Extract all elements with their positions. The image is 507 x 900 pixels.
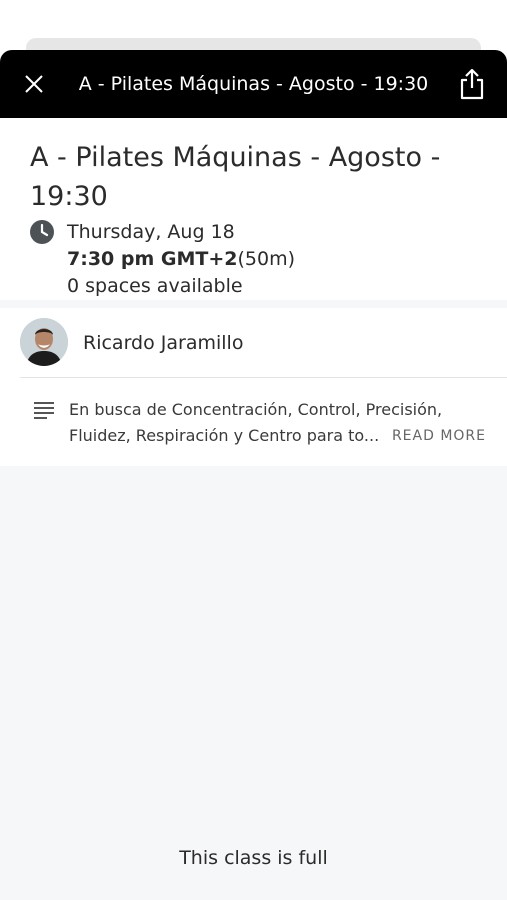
clock-icon: [30, 220, 54, 244]
instructor-avatar[interactable]: [20, 318, 68, 366]
top-bar: A - Pilates Máquinas - Agosto - 19:30: [0, 50, 507, 118]
class-date: Thursday, Aug 18: [67, 221, 235, 243]
instructor-card: Ricardo Jaramillo En busca de Concentrac…: [0, 308, 507, 466]
top-bar-title: A - Pilates Máquinas - Agosto - 19:30: [78, 73, 429, 95]
share-button[interactable]: [453, 64, 491, 104]
close-button[interactable]: [16, 66, 52, 102]
read-more-link[interactable]: READ MORE: [392, 423, 486, 449]
divider: [20, 377, 507, 378]
class-full-status: This class is full: [179, 847, 328, 869]
instructor-name[interactable]: Ricardo Jaramillo: [83, 330, 243, 356]
class-title: A - Pilates Máquinas - Agosto - 19:30: [30, 142, 441, 212]
close-icon: [25, 75, 43, 93]
class-duration: (50m): [237, 248, 296, 270]
class-time: 7:30 pm GMT+2: [67, 248, 238, 270]
share-icon: [460, 68, 484, 100]
avatar-image: [20, 318, 68, 366]
spaces-available: 0 spaces available: [67, 275, 243, 297]
class-detail-sheet: A - Pilates Máquinas - Agosto - 19:30 A …: [0, 50, 507, 900]
class-info-card: A - Pilates Máquinas - Agosto - 19:30 Th…: [0, 118, 507, 300]
description-icon: [34, 402, 54, 419]
class-time-row: 7:30 pm GMT+2(50m): [67, 246, 295, 272]
